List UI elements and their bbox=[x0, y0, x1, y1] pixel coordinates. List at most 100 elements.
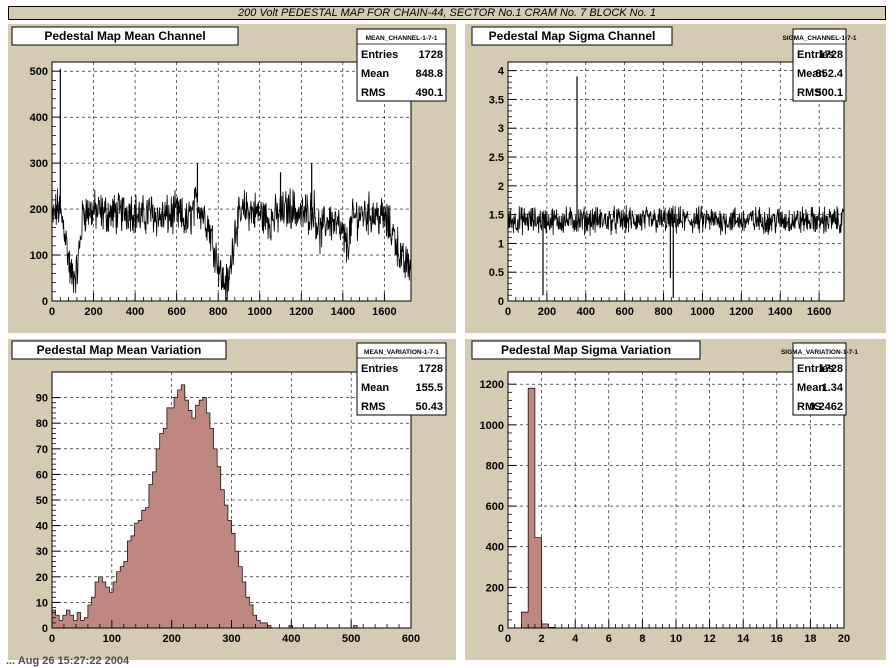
stats-label: RMS bbox=[361, 401, 385, 413]
stats-name: MEAN_VARIATION-1-7-1 bbox=[364, 349, 439, 356]
x-tick-label: 0 bbox=[49, 306, 55, 318]
y-tick-label: 1 bbox=[498, 238, 504, 250]
x-tick-label: 20 bbox=[838, 633, 850, 645]
y-tick-label: 70 bbox=[36, 444, 48, 456]
y-tick-label: 100 bbox=[30, 250, 48, 262]
y-tick-label: 3 bbox=[498, 123, 504, 135]
x-tick-label: 12 bbox=[703, 633, 715, 645]
y-tick-label: 0 bbox=[42, 296, 48, 308]
y-tick-label: 0 bbox=[498, 623, 504, 635]
stats-label: Entries bbox=[361, 49, 398, 61]
x-tick-label: 600 bbox=[402, 633, 420, 645]
x-tick-label: 1000 bbox=[248, 306, 272, 318]
footer-text: ... Aug 26 15:27:22 2004 bbox=[6, 655, 130, 667]
stats-value: 1728 bbox=[419, 363, 443, 375]
stats-name: SIGMA_CHANNEL-1-7-1 bbox=[782, 35, 856, 42]
stats-value: 1.34 bbox=[822, 382, 844, 394]
x-tick-label: 10 bbox=[670, 633, 682, 645]
stats-name: MEAN_CHANNEL-1-7-1 bbox=[366, 35, 438, 42]
stats-value: 0.2462 bbox=[809, 401, 843, 413]
x-tick-label: 0 bbox=[505, 306, 511, 318]
x-tick-label: 2 bbox=[539, 633, 545, 645]
stats-value: 848.8 bbox=[415, 68, 443, 80]
x-tick-label: 300 bbox=[222, 633, 240, 645]
stats-label: RMS bbox=[361, 87, 385, 99]
y-tick-label: 60 bbox=[36, 469, 48, 481]
x-tick-label: 1200 bbox=[729, 306, 753, 318]
chart-mean-channel: 0 200 400 600 800 1000 1200 1400 1600 0 100 200 300 4… bbox=[8, 24, 456, 333]
y-tick-label: 1000 bbox=[480, 420, 504, 432]
y-tick-label: 600 bbox=[486, 501, 504, 513]
y-tick-label: 500 bbox=[30, 66, 48, 78]
x-tick-label: 100 bbox=[103, 633, 121, 645]
x-tick-label: 1600 bbox=[372, 306, 396, 318]
x-tick-label: 200 bbox=[538, 306, 556, 318]
y-tick-label: 3.5 bbox=[489, 94, 504, 106]
x-tick-label: 400 bbox=[282, 633, 300, 645]
chart-title: Pedestal Map Sigma Channel bbox=[489, 29, 656, 43]
x-tick-label: 600 bbox=[615, 306, 633, 318]
x-tick-label: 1200 bbox=[289, 306, 313, 318]
x-tick-label: 400 bbox=[577, 306, 595, 318]
x-tick-label: 4 bbox=[572, 633, 579, 645]
y-tick-label: 0 bbox=[498, 296, 504, 308]
stats-value: 490.1 bbox=[415, 87, 443, 99]
y-tick-label: 2 bbox=[498, 181, 504, 193]
x-tick-label: 600 bbox=[167, 306, 185, 318]
x-tick-label: 1600 bbox=[807, 306, 831, 318]
x-tick-label: 200 bbox=[84, 306, 102, 318]
y-tick-label: 200 bbox=[30, 204, 48, 216]
y-tick-label: 0.5 bbox=[489, 267, 504, 279]
y-tick-label: 2.5 bbox=[489, 152, 504, 164]
y-tick-label: 800 bbox=[486, 460, 504, 472]
y-tick-label: 300 bbox=[30, 158, 48, 170]
x-tick-label: 6 bbox=[606, 633, 612, 645]
stats-value: 1728 bbox=[819, 363, 843, 375]
stats-label: Mean bbox=[361, 382, 389, 394]
y-tick-label: 400 bbox=[486, 542, 504, 554]
chart-sigma-variation: 0 2 4 6 8 10 12 14 16 18 20020040060080010001200Pe… bbox=[465, 339, 886, 660]
y-tick-label: 10 bbox=[36, 597, 48, 609]
x-tick-label: 1000 bbox=[690, 306, 714, 318]
stats-value: 500.1 bbox=[815, 87, 843, 99]
x-tick-label: 16 bbox=[771, 633, 783, 645]
x-tick-label: 800 bbox=[209, 306, 227, 318]
x-tick-label: 200 bbox=[162, 633, 180, 645]
y-tick-label: 400 bbox=[30, 112, 48, 124]
stats-label: Mean bbox=[361, 68, 389, 80]
x-tick-label: 18 bbox=[804, 633, 816, 645]
y-tick-label: 200 bbox=[486, 582, 504, 594]
x-tick-label: 8 bbox=[639, 633, 645, 645]
y-tick-label: 30 bbox=[36, 546, 48, 558]
chart-title: Pedestal Map Sigma Variation bbox=[501, 343, 671, 357]
y-tick-label: 1200 bbox=[480, 379, 504, 391]
y-tick-label: 40 bbox=[36, 521, 48, 533]
y-tick-label: 80 bbox=[36, 418, 48, 430]
stats-value: 1728 bbox=[419, 49, 443, 61]
chart-title: Pedestal Map Mean Variation bbox=[37, 343, 202, 357]
x-tick-label: 400 bbox=[126, 306, 144, 318]
stats-value: 50.43 bbox=[415, 401, 443, 413]
y-tick-label: 50 bbox=[36, 495, 48, 507]
chart-sigma-channel: 0 200 400 600 800 1000 1200 1400 1600 0 0.5 1 1.5 2 2.… bbox=[465, 24, 886, 333]
x-tick-label: 0 bbox=[505, 633, 511, 645]
chart-title: Pedestal Map Mean Channel bbox=[44, 29, 205, 43]
chart-mean-variation: 0 100 200 300 400 500 600 0 10 20 30 40 50 60 70 80 90 Pe… bbox=[8, 339, 456, 660]
x-tick-label: 1400 bbox=[331, 306, 355, 318]
x-tick-label: 1400 bbox=[768, 306, 792, 318]
y-tick-label: 90 bbox=[36, 393, 48, 405]
x-tick-label: 14 bbox=[737, 633, 750, 645]
x-tick-label: 500 bbox=[342, 633, 360, 645]
x-tick-label: 800 bbox=[654, 306, 672, 318]
stats-value: 1728 bbox=[819, 49, 843, 61]
y-tick-label: 0 bbox=[42, 623, 48, 635]
stats-value: 852.4 bbox=[815, 68, 843, 80]
y-tick-label: 1.5 bbox=[489, 210, 504, 222]
y-tick-label: 20 bbox=[36, 572, 48, 584]
chart-canvas: 0 200 400 600 800 1000 1200 1400 160001002003004… bbox=[8, 24, 886, 660]
stats-name: SIGMA_VARIATION-1-7-1 bbox=[781, 349, 858, 356]
stats-value: 155.5 bbox=[415, 382, 443, 394]
y-tick-label: 4 bbox=[498, 66, 505, 78]
x-tick-label: 0 bbox=[49, 633, 55, 645]
stats-label: Entries bbox=[361, 363, 398, 375]
